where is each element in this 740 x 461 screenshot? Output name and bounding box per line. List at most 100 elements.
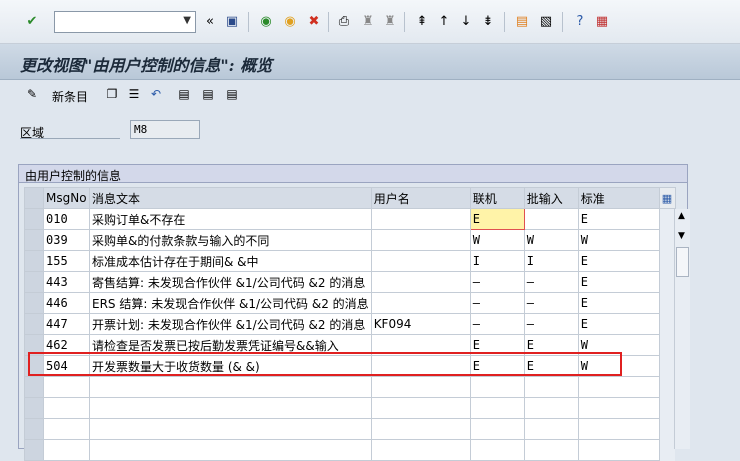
- row-selector[interactable]: [24, 376, 44, 398]
- table-row[interactable]: [24, 439, 676, 461]
- cell-online[interactable]: [469, 397, 525, 419]
- chevron-down-icon[interactable]: ▼: [183, 15, 191, 26]
- cell-text[interactable]: [89, 418, 372, 440]
- column-username[interactable]: 用户名: [370, 187, 471, 209]
- cell-standard[interactable]: [577, 439, 660, 461]
- select-block-icon[interactable]: ▤: [200, 86, 216, 102]
- cell-batch[interactable]: [523, 418, 579, 440]
- row-selector[interactable]: [24, 418, 44, 440]
- cell-user[interactable]: [370, 355, 471, 377]
- cell-standard[interactable]: E: [577, 313, 660, 335]
- cell-user[interactable]: [370, 250, 471, 272]
- row-selector[interactable]: [24, 229, 44, 251]
- cell-user[interactable]: [370, 397, 471, 419]
- cell-standard[interactable]: E: [577, 271, 660, 293]
- prev-page-icon[interactable]: ↑: [434, 11, 454, 31]
- table-row[interactable]: 504 开发票数量大于收货数量 (& &) E E W: [24, 355, 676, 377]
- cell-standard[interactable]: E: [577, 292, 660, 314]
- cell-user[interactable]: [370, 334, 471, 356]
- customize-layout-icon[interactable]: ▦: [592, 11, 612, 31]
- column-online[interactable]: 联机: [469, 187, 525, 209]
- scroll-down-icon[interactable]: ▼: [678, 231, 685, 241]
- cell-standard[interactable]: [577, 376, 660, 398]
- last-page-icon[interactable]: ⇟: [478, 11, 498, 31]
- cell-user[interactable]: [370, 418, 471, 440]
- cell-user[interactable]: [370, 208, 471, 230]
- back-double-arrow-icon[interactable]: «: [200, 11, 220, 31]
- row-selector[interactable]: [24, 313, 44, 335]
- back-icon[interactable]: ◉: [256, 11, 276, 31]
- cell-msgno[interactable]: 504: [43, 355, 90, 377]
- cell-batch[interactable]: [523, 397, 579, 419]
- column-batch[interactable]: 批输入: [523, 187, 579, 209]
- find-next-icon[interactable]: ♜: [380, 11, 400, 31]
- cell-text[interactable]: 采购单&的付款条款与输入的不同: [89, 229, 372, 251]
- cell-batch[interactable]: E: [523, 334, 579, 356]
- cell-online[interactable]: I: [469, 250, 525, 272]
- row-selector[interactable]: [24, 271, 44, 293]
- table-settings-icon[interactable]: ▦: [658, 187, 676, 209]
- row-selector[interactable]: [24, 439, 44, 461]
- cell-msgno[interactable]: 446: [43, 292, 90, 314]
- first-page-icon[interactable]: ⇞: [412, 11, 432, 31]
- exit-icon[interactable]: ◉: [280, 11, 300, 31]
- cell-batch[interactable]: –: [523, 271, 579, 293]
- region-field[interactable]: M8: [130, 120, 200, 139]
- cell-msgno[interactable]: 155: [43, 250, 90, 272]
- cell-standard[interactable]: [577, 418, 660, 440]
- cell-text[interactable]: [89, 376, 372, 398]
- cell-user[interactable]: [370, 376, 471, 398]
- row-selector[interactable]: [24, 208, 44, 230]
- delete-icon[interactable]: ☰: [126, 86, 142, 102]
- deselect-all-icon[interactable]: ▤: [224, 86, 240, 102]
- cell-standard[interactable]: W: [577, 355, 660, 377]
- cell-msgno[interactable]: 039: [43, 229, 90, 251]
- select-all-rows[interactable]: [24, 187, 44, 209]
- print-icon[interactable]: ⎙: [334, 11, 354, 31]
- next-page-icon[interactable]: ↓: [456, 11, 476, 31]
- shortcut-icon[interactable]: ▧: [536, 11, 556, 31]
- new-entries-button[interactable]: 新条目: [52, 88, 88, 105]
- cell-text[interactable]: 开发票数量大于收货数量 (& &): [89, 355, 372, 377]
- find-icon[interactable]: ♜: [358, 11, 378, 31]
- column-standard[interactable]: 标准: [577, 187, 660, 209]
- row-selector[interactable]: [24, 250, 44, 272]
- cell-standard[interactable]: E: [577, 208, 660, 230]
- cell-text[interactable]: 采购订单&不存在: [89, 208, 372, 230]
- cell-msgno[interactable]: 447: [43, 313, 90, 335]
- cell-batch[interactable]: E: [523, 355, 579, 377]
- undo-icon[interactable]: ↶: [148, 86, 164, 102]
- cell-msgno[interactable]: [43, 376, 90, 398]
- cell-user[interactable]: KF094: [370, 313, 471, 335]
- copy-icon[interactable]: ❐: [104, 86, 120, 102]
- scroll-up-icon[interactable]: ▲: [678, 211, 685, 221]
- row-selector[interactable]: [24, 334, 44, 356]
- select-all-icon[interactable]: ▤: [176, 86, 192, 102]
- cell-batch[interactable]: W: [523, 229, 579, 251]
- cell-batch[interactable]: [523, 208, 579, 230]
- table-row[interactable]: 039 采购单&的付款条款与输入的不同 W W W: [24, 229, 676, 251]
- save-icon[interactable]: ▣: [222, 11, 242, 31]
- help-icon[interactable]: ?: [570, 11, 590, 31]
- cell-batch[interactable]: –: [523, 292, 579, 314]
- cancel-icon[interactable]: ✖: [304, 11, 324, 31]
- cell-msgno[interactable]: [43, 439, 90, 461]
- row-selector[interactable]: [24, 355, 44, 377]
- cell-text[interactable]: ERS 结算: 未发现合作伙伴 &1/公司代码 &2 的消息: [89, 292, 372, 314]
- cell-text[interactable]: 寄售结算: 未发现合作伙伴 &1/公司代码 &2 的消息: [89, 271, 372, 293]
- cell-text[interactable]: 标准成本估计存在于期间& &中: [89, 250, 372, 272]
- cell-online[interactable]: E: [469, 334, 525, 356]
- table-row[interactable]: 447 开票计划: 未发现合作伙伴 &1/公司代码 &2 的消息 KF094– – E: [24, 313, 676, 335]
- edit-glasses-icon[interactable]: ✎: [24, 86, 40, 102]
- cell-standard[interactable]: E: [577, 250, 660, 272]
- cell-text[interactable]: 请检查是否发票已按后勤发票凭证编号&&输入: [89, 334, 372, 356]
- table-row[interactable]: [24, 418, 676, 440]
- cell-online[interactable]: –: [469, 271, 525, 293]
- cell-online[interactable]: W: [469, 229, 525, 251]
- cell-batch[interactable]: –: [523, 313, 579, 335]
- cell-msgno[interactable]: 443: [43, 271, 90, 293]
- cell-online[interactable]: –: [469, 313, 525, 335]
- cell-batch[interactable]: [523, 439, 579, 461]
- row-selector[interactable]: [24, 397, 44, 419]
- cell-msgno[interactable]: [43, 397, 90, 419]
